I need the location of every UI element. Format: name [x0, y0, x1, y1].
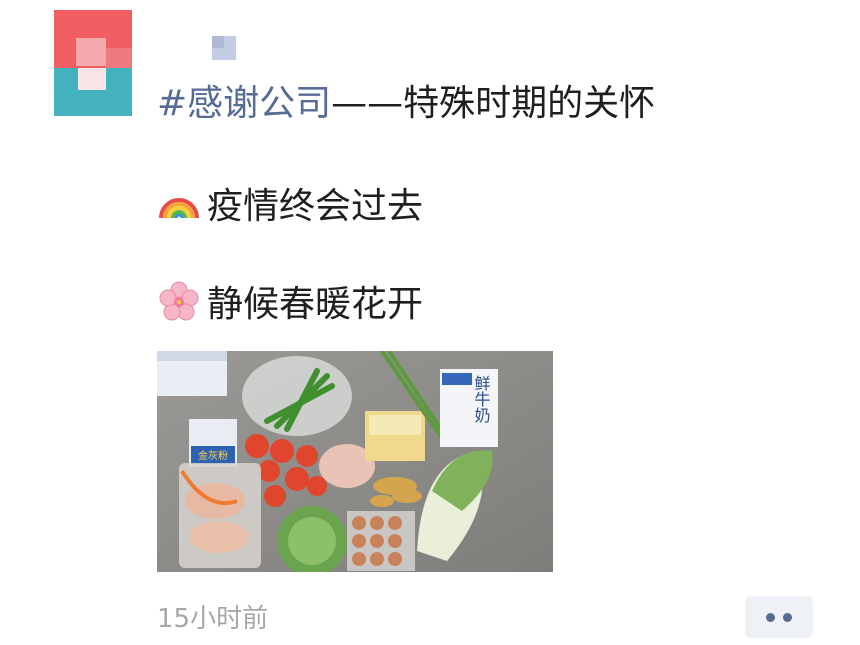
post-line: #感谢公司——特殊时期的关怀: [157, 82, 655, 126]
noodles-label: 金灰粉: [198, 449, 228, 462]
post-line-text: 静候春暖花开: [207, 284, 424, 325]
avatar-block: [106, 48, 132, 68]
groceries-photo: 金灰粉 鲜牛奶: [157, 351, 553, 572]
cherry-blossom-emoji: [159, 281, 199, 321]
post-line: 疫情终会过去: [157, 182, 423, 229]
hashtag-link[interactable]: #感谢公司: [157, 83, 331, 124]
post-photo[interactable]: 金灰粉 鲜牛奶: [157, 351, 553, 572]
post-line-text: ——特殊时期的关怀: [331, 83, 656, 124]
avatar-block: [78, 68, 106, 90]
more-dot-icon: [783, 612, 792, 622]
more-options-button[interactable]: [745, 596, 813, 638]
post-timestamp: 15小时前: [157, 604, 269, 634]
post-line-text: 疫情终会过去: [207, 186, 424, 227]
nickname-pixel: [212, 36, 224, 48]
milk-label: 鲜牛奶: [472, 375, 491, 424]
rainbow-emoji: [159, 198, 199, 219]
avatar-block: [76, 38, 106, 66]
avatar[interactable]: [54, 10, 132, 116]
post-line: 静候春暖花开: [157, 280, 423, 327]
user-nickname-obscured[interactable]: [212, 36, 236, 60]
more-dot-icon: [766, 612, 775, 622]
